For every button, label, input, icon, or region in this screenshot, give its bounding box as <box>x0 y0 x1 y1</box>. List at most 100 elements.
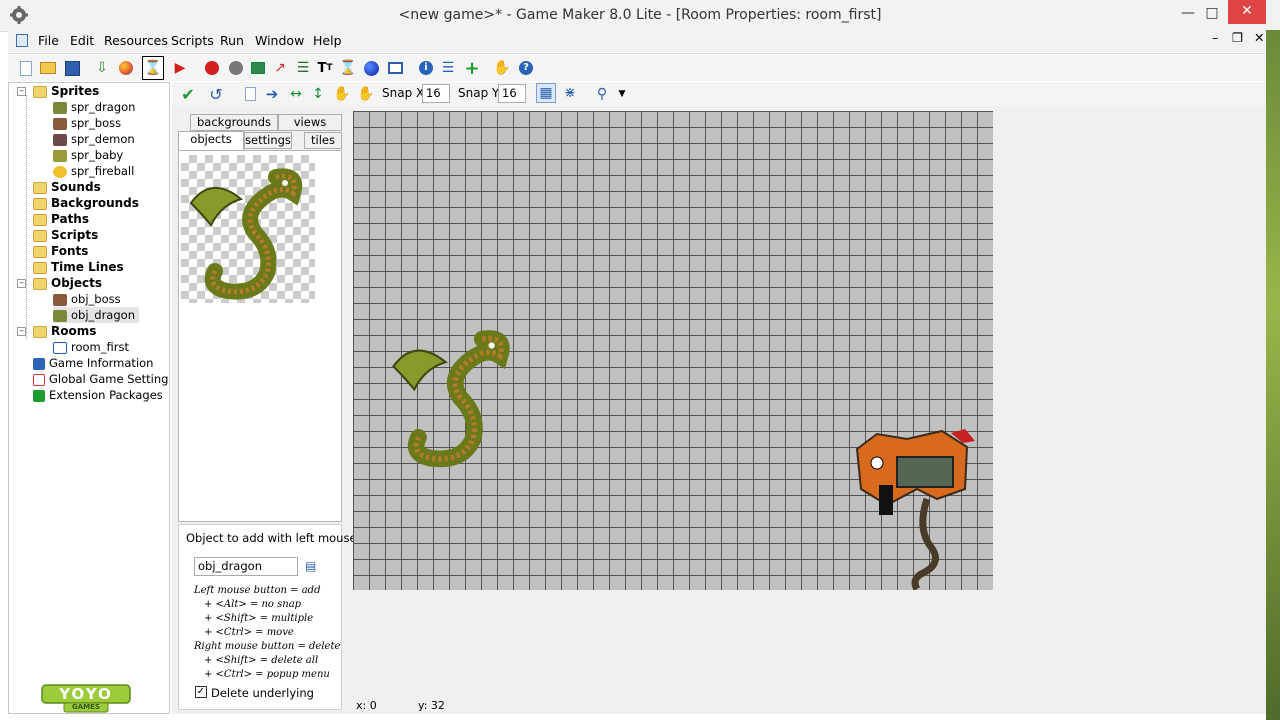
document-icon[interactable] <box>16 34 28 47</box>
add-object-label: Object to add with left mouse: <box>186 531 361 545</box>
add-script-icon[interactable]: ☰ <box>293 58 313 78</box>
run-icon[interactable]: ▶ <box>170 58 190 78</box>
tab-views[interactable]: views <box>278 114 342 131</box>
mdi-close-button[interactable]: ✕ <box>1254 30 1264 45</box>
tree-folder-sprites[interactable]: Sprites <box>33 83 99 99</box>
tree-item-sprite[interactable]: spr_dragon <box>53 99 135 115</box>
dragon-instance[interactable] <box>383 316 523 471</box>
hint-left-add: Left mouse button = add <box>194 585 321 596</box>
isometric-grid-icon[interactable]: ⋇ <box>560 83 580 103</box>
shift-right-icon[interactable]: ➔ <box>262 84 282 104</box>
info-icon <box>33 357 45 370</box>
tree-folder-timelines[interactable]: Time Lines <box>33 259 124 275</box>
close-button[interactable]: ✕ <box>1228 0 1266 24</box>
object-menu-icon[interactable]: ▤ <box>305 559 321 574</box>
folder-icon <box>33 229 47 242</box>
room-icon <box>53 341 67 354</box>
hint-shift-delete: + <Shift> = delete all <box>204 655 319 666</box>
zoom-dropdown-icon[interactable]: ▼ <box>612 84 632 104</box>
maximize-button[interactable]: □ <box>1196 0 1228 28</box>
tree-item-object[interactable]: obj_boss <box>53 291 121 307</box>
tree-item-sprite[interactable]: spr_baby <box>53 147 123 163</box>
tree-folder-scripts[interactable]: Scripts <box>33 227 98 243</box>
menu-edit[interactable]: Edit <box>70 33 94 48</box>
tree-folder-rooms[interactable]: Rooms <box>33 323 96 339</box>
add-sprite-icon[interactable] <box>202 58 222 78</box>
create-executable-icon[interactable]: ⇩ <box>92 58 112 78</box>
open-folder-icon[interactable] <box>38 58 58 78</box>
snap-x-input[interactable]: 16 <box>422 84 450 103</box>
unlock-icon[interactable]: ✋ <box>356 84 376 104</box>
settings-check-icon <box>33 373 45 386</box>
global-settings-icon[interactable]: ☰ <box>438 58 458 78</box>
add-object-icon[interactable] <box>361 58 381 78</box>
clear-room-icon[interactable] <box>240 84 260 104</box>
hand-icon[interactable]: ✋ <box>492 58 512 78</box>
publish-game-icon[interactable] <box>116 58 136 78</box>
menu-file[interactable]: File <box>38 33 59 48</box>
expand-toggle[interactable]: – <box>17 279 26 288</box>
tree-folder-sounds[interactable]: Sounds <box>33 179 101 195</box>
object-selector-input[interactable]: obj_dragon <box>194 557 298 576</box>
extension-packages-icon[interactable]: + <box>462 58 482 79</box>
tab-backgrounds[interactable]: backgrounds <box>190 114 278 131</box>
add-sound-icon[interactable] <box>226 58 246 78</box>
tree-item-object-selected[interactable]: obj_dragon <box>53 307 139 323</box>
delete-underlying-checkbox[interactable]: ✓ <box>195 686 207 698</box>
hint-ctrl: + <Ctrl> = move <box>204 627 294 638</box>
sort-horizontal-icon[interactable]: ↔ <box>286 84 306 104</box>
debug-hourglass-icon[interactable]: ⌛ <box>142 56 164 80</box>
expand-toggle[interactable]: – <box>17 87 26 96</box>
tree-item-extension-packages[interactable]: Extension Packages <box>33 387 163 403</box>
tab-objects[interactable]: objects <box>178 131 244 150</box>
snap-y-input[interactable]: 16 <box>498 84 526 103</box>
tree-item-global-settings[interactable]: Global Game Settings <box>33 371 169 387</box>
help-icon[interactable]: ? <box>516 58 536 78</box>
mdi-minimize-button[interactable]: – <box>1212 30 1218 45</box>
tree-folder-fonts[interactable]: Fonts <box>33 243 88 259</box>
tree-item-sprite[interactable]: spr_fireball <box>53 163 134 179</box>
logo-text: YOYO <box>59 685 113 703</box>
menu-run[interactable]: Run <box>220 33 244 48</box>
zoom-icon[interactable]: ⚲ <box>592 84 612 104</box>
tree-item-game-information[interactable]: Game Information <box>33 355 153 371</box>
menu-help[interactable]: Help <box>313 33 342 48</box>
undo-icon[interactable]: ↺ <box>206 84 226 104</box>
room-canvas[interactable] <box>353 111 993 590</box>
yoyo-games-logo: YOYO GAMES <box>40 683 132 713</box>
tree-item-room[interactable]: room_first <box>53 339 129 355</box>
boss-instance[interactable] <box>847 429 983 590</box>
mdi-restore-button[interactable]: ❐ <box>1232 30 1243 45</box>
logo-subtext: GAMES <box>72 703 100 711</box>
menu-resources[interactable]: Resources <box>104 33 168 48</box>
add-font-icon[interactable]: TT <box>315 58 335 78</box>
add-path-icon[interactable]: ↗ <box>270 58 290 78</box>
toggle-grid-icon[interactable]: ▦ <box>536 83 556 103</box>
tab-tiles[interactable]: tiles <box>304 132 342 149</box>
tree-item-sprite[interactable]: spr_boss <box>53 115 121 131</box>
menu-window[interactable]: Window <box>255 33 304 48</box>
add-background-icon[interactable] <box>248 58 268 78</box>
add-room-icon[interactable] <box>385 58 405 78</box>
tree-folder-backgrounds[interactable]: Backgrounds <box>33 195 139 211</box>
ok-check-icon[interactable]: ✔ <box>178 84 198 104</box>
tree-item-sprite[interactable]: spr_demon <box>53 131 135 147</box>
expand-toggle[interactable]: – <box>17 327 26 336</box>
folder-icon <box>33 245 47 258</box>
lock-icon[interactable]: ✋ <box>332 84 352 104</box>
folder-icon <box>33 85 47 98</box>
resource-tree: – Sprites spr_dragon spr_boss spr_demon … <box>8 82 170 714</box>
snap-y-label: Snap Y: <box>458 86 502 100</box>
fireball-sprite-icon <box>53 165 67 178</box>
add-timeline-icon[interactable]: ⌛ <box>338 58 358 78</box>
tree-folder-paths[interactable]: Paths <box>33 211 89 227</box>
new-game-icon[interactable] <box>16 58 36 78</box>
folder-icon <box>33 213 47 226</box>
save-icon[interactable] <box>62 58 82 78</box>
dragon-sprite-image <box>189 168 303 300</box>
game-info-icon[interactable]: i <box>416 58 436 78</box>
tree-folder-objects[interactable]: Objects <box>33 275 102 291</box>
sort-vertical-icon[interactable]: ↕ <box>308 84 328 104</box>
menu-scripts[interactable]: Scripts <box>171 33 214 48</box>
tab-settings[interactable]: settings <box>244 132 292 149</box>
